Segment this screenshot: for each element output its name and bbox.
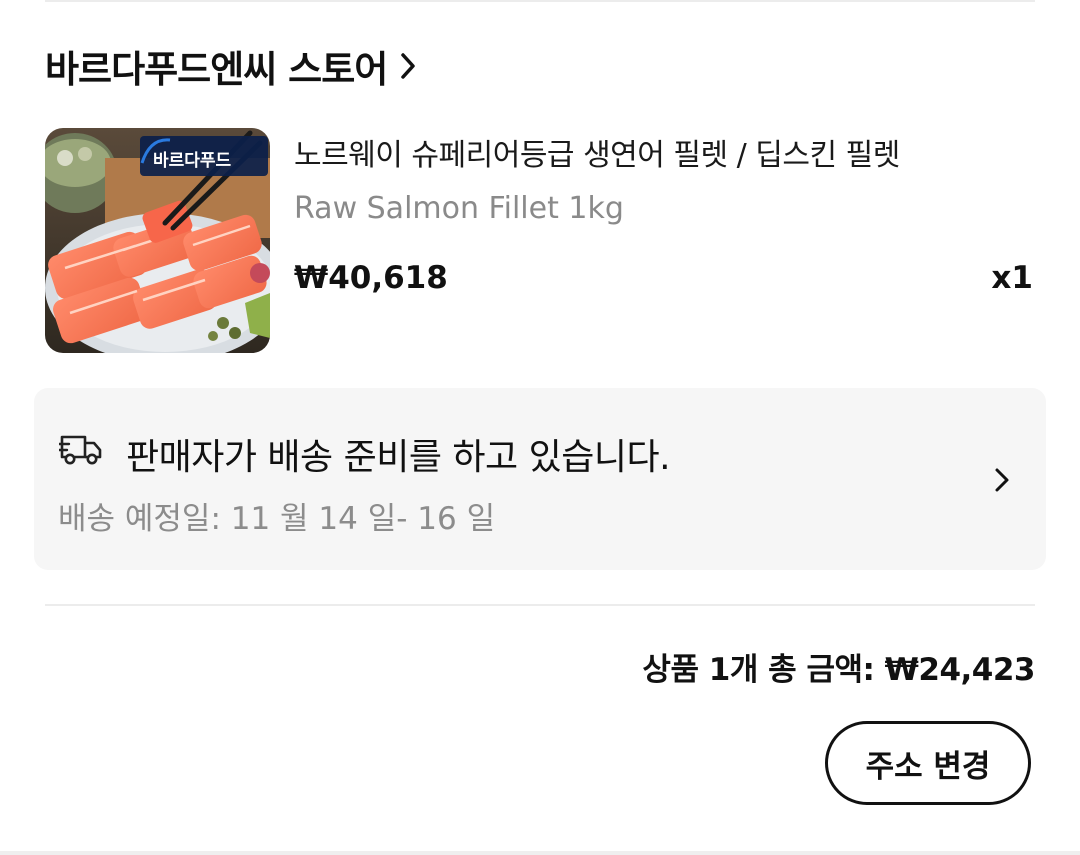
chevron-right-icon bbox=[992, 465, 1012, 495]
shipping-status-text: 판매자가 배송 준비를 하고 있습니다. bbox=[126, 437, 671, 478]
shipping-eta-text: 배송 예정일: 11 월 14 일- 16 일 bbox=[58, 501, 496, 537]
chevron-right-icon bbox=[399, 51, 417, 81]
thumbnail-brand-text: 바르다푸드 bbox=[153, 151, 232, 171]
product-option: Raw Salmon Fillet 1kg bbox=[294, 191, 624, 226]
change-address-button[interactable]: 주소 변경 bbox=[825, 721, 1031, 805]
delivery-truck-icon bbox=[57, 431, 103, 467]
product-quantity: x1 bbox=[991, 260, 1033, 296]
bottom-divider bbox=[0, 851, 1080, 855]
product-price: ₩40,618 bbox=[294, 260, 448, 296]
product-title[interactable]: 노르웨이 슈페리어등급 생연어 필렛 / 딥스킨 필렛 bbox=[294, 130, 900, 174]
salmon-image: 바르다푸드 bbox=[45, 128, 270, 353]
store-header-link[interactable]: 바르다푸드엔씨 스토어 bbox=[45, 38, 417, 94]
product-thumbnail[interactable]: 바르다푸드 bbox=[45, 128, 270, 353]
top-divider bbox=[45, 0, 1035, 2]
store-name: 바르다푸드엔씨 스토어 bbox=[45, 48, 388, 91]
shipping-status-card[interactable]: 판매자가 배송 준비를 하고 있습니다. 배송 예정일: 11 월 14 일- … bbox=[34, 388, 1046, 570]
order-total: 상품 1개 총 금액: ₩24,423 bbox=[642, 652, 1035, 688]
section-divider bbox=[45, 604, 1035, 606]
